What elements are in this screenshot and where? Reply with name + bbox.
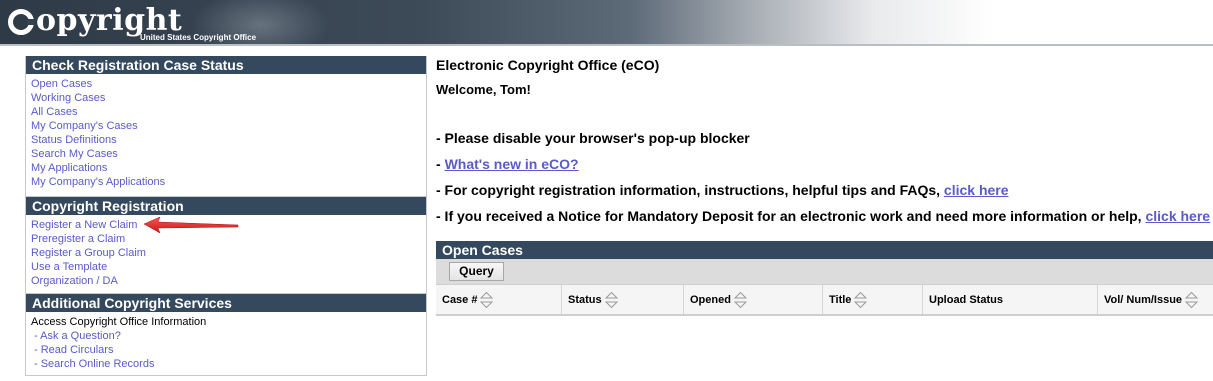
- sort-icon[interactable]: [479, 291, 494, 309]
- sidebar-link-search-my-cases[interactable]: Search My Cases: [31, 147, 421, 161]
- registration-info-link[interactable]: click here: [944, 182, 1009, 198]
- sort-icon[interactable]: [733, 291, 748, 309]
- sort-icon[interactable]: [604, 291, 619, 309]
- additional-services-panel: Additional Copyright Services Access Cop…: [25, 294, 427, 376]
- column-label: Vol/ Num/Issue: [1104, 293, 1183, 306]
- registration-heading: Copyright Registration: [26, 197, 426, 215]
- logo-subtitle: United States Copyright Office: [140, 33, 257, 42]
- column-label: Upload Status: [929, 293, 1003, 306]
- sidebar-link-preregister-claim[interactable]: Preregister a Claim: [31, 232, 421, 246]
- registration-info-line: - For copyright registration information…: [436, 182, 1009, 198]
- sidebar-link-ask-question[interactable]: - Ask a Question?: [31, 329, 421, 343]
- logo-c-mark: [8, 9, 35, 35]
- access-info-label: Access Copyright Office Information: [31, 316, 207, 328]
- column-label: Opened: [690, 293, 731, 306]
- mandatory-deposit-text: - If you received a Notice for Mandatory…: [436, 208, 1146, 224]
- banner-divider: [0, 44, 1213, 46]
- sidebar-link-status-definitions[interactable]: Status Definitions: [31, 133, 421, 147]
- column-case-number[interactable]: Case #: [436, 285, 562, 314]
- main-content: Electronic Copyright Office (eCO) Welcom…: [436, 56, 1213, 224]
- open-cases-heading: Open Cases: [436, 241, 1213, 259]
- page-title: Electronic Copyright Office (eCO): [436, 57, 660, 73]
- column-label: Case #: [442, 293, 478, 306]
- query-button[interactable]: Query: [449, 262, 504, 281]
- mandatory-deposit-link[interactable]: click here: [1145, 208, 1210, 224]
- sidebar-link-open-cases[interactable]: Open Cases: [31, 77, 421, 91]
- column-label: Status: [568, 293, 602, 306]
- header-banner: opyright United States Copyright Office: [0, 0, 1213, 46]
- open-cases-header-row: Case # Status Opened Title Upload Status…: [436, 284, 1213, 316]
- sidebar-link-search-records[interactable]: - Search Online Records: [31, 357, 421, 371]
- sidebar-link-all-cases[interactable]: All Cases: [31, 105, 421, 119]
- check-status-panel: Check Registration Case Status Open Case…: [25, 56, 427, 197]
- column-title[interactable]: Title: [823, 285, 923, 314]
- sidebar-link-my-applications[interactable]: My Applications: [31, 161, 421, 175]
- check-status-heading: Check Registration Case Status: [26, 56, 426, 74]
- sidebar-link-read-circulars[interactable]: - Read Circulars: [31, 343, 421, 357]
- open-cases-toolbar: Query: [436, 259, 1213, 284]
- column-opened[interactable]: Opened: [684, 285, 823, 314]
- sort-icon[interactable]: [853, 291, 868, 309]
- sidebar-link-organization-da[interactable]: Organization / DA: [31, 274, 421, 288]
- whats-new-prefix: -: [436, 156, 445, 172]
- column-label: Title: [829, 293, 852, 306]
- sidebar-link-register-group-claim[interactable]: Register a Group Claim: [31, 246, 421, 260]
- column-status[interactable]: Status: [562, 285, 684, 314]
- sort-icon[interactable]: [1184, 291, 1199, 309]
- column-vol-num-issue[interactable]: Vol/ Num/Issue: [1098, 285, 1213, 314]
- registration-info-text: - For copyright registration information…: [436, 182, 944, 198]
- whats-new-link[interactable]: What's new in eCO?: [445, 156, 579, 172]
- registration-panel: Copyright Registration Register a New Cl…: [25, 197, 427, 294]
- sidebar-link-company-applications[interactable]: My Company's Applications: [31, 175, 421, 189]
- welcome-message: Welcome, Tom!: [436, 82, 531, 97]
- open-cases-panel: Open Cases Query Case # Status Opened Ti…: [436, 241, 1213, 316]
- popup-blocker-note: - Please disable your browser's pop-up b…: [436, 130, 750, 146]
- additional-services-heading: Additional Copyright Services: [26, 294, 426, 312]
- red-arrow-icon: [143, 216, 239, 234]
- sidebar-link-working-cases[interactable]: Working Cases: [31, 91, 421, 105]
- mandatory-deposit-line: - If you received a Notice for Mandatory…: [436, 208, 1210, 224]
- sidebar-link-company-cases[interactable]: My Company's Cases: [31, 119, 421, 133]
- sidebar-link-use-template[interactable]: Use a Template: [31, 260, 421, 274]
- column-upload-status[interactable]: Upload Status: [923, 285, 1098, 314]
- whats-new-line: - What's new in eCO?: [436, 156, 579, 172]
